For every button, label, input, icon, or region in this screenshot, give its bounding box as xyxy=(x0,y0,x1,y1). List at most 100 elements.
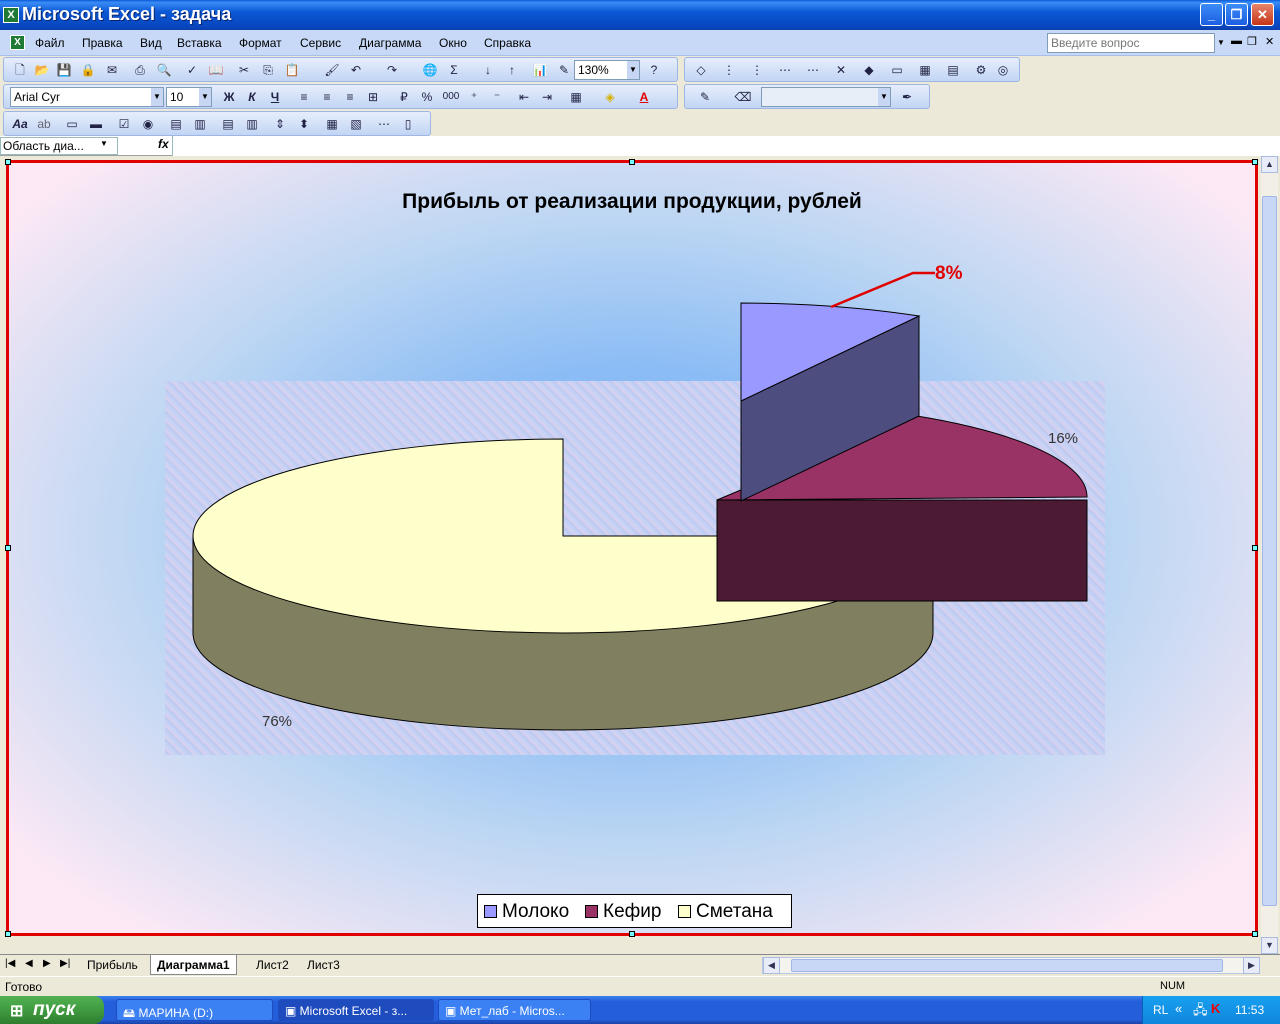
chart-tool-11-icon[interactable]: ⚙ xyxy=(971,60,991,80)
horizontal-scrollbar[interactable]: ◀ ▶ xyxy=(762,957,1260,974)
chevron-down-icon[interactable]: ▼ xyxy=(100,139,108,148)
close-button[interactable]: ✕ xyxy=(1251,3,1274,26)
chart-tool-9-icon[interactable]: ▦ xyxy=(915,60,935,80)
font-color-icon[interactable]: A xyxy=(634,87,654,107)
copy-icon[interactable]: ⎘ xyxy=(258,60,278,80)
underline-button[interactable]: Ч xyxy=(265,87,285,107)
combo-drop-icon[interactable]: ▥ xyxy=(242,114,262,134)
decrease-decimal-icon[interactable]: ⁻ xyxy=(487,87,507,107)
chart-legend[interactable]: Молоко Кефир Сметана xyxy=(477,894,792,928)
print-preview-icon[interactable]: 🔍 xyxy=(154,60,174,80)
chart-wizard-icon[interactable]: 📊 xyxy=(530,60,550,80)
workbook-icon[interactable]: X xyxy=(10,35,25,50)
print-icon[interactable]: ⎙ xyxy=(130,60,150,80)
chevron-down-icon[interactable]: ▼ xyxy=(627,61,639,79)
data-label-smetana[interactable]: 76% xyxy=(262,713,292,730)
doc-restore-button[interactable]: ❐ xyxy=(1247,35,1257,48)
selection-handle[interactable] xyxy=(5,159,11,165)
chart-tool-12-icon[interactable]: ◎ xyxy=(993,60,1013,80)
font-size-select[interactable]: 10 ▼ xyxy=(166,87,212,107)
ask-question-input[interactable]: Введите вопрос xyxy=(1047,33,1215,53)
tab-diagramma1[interactable]: Диаграмма1 xyxy=(150,955,237,975)
increase-decimal-icon[interactable]: ⁺ xyxy=(464,87,484,107)
thousands-button[interactable]: 000 xyxy=(438,87,464,107)
zoom-select[interactable]: 130% ▼ xyxy=(574,60,640,80)
bold-button[interactable]: Ж xyxy=(219,87,239,107)
italic-button[interactable]: К xyxy=(242,87,262,107)
doc-close-button[interactable]: ✕ xyxy=(1265,35,1274,48)
task-excel[interactable]: ▣ Microsoft Excel - з... xyxy=(278,999,434,1021)
task-word[interactable]: ▣ Мет_лаб - Micros... xyxy=(438,999,591,1021)
line-color-icon[interactable]: ✒ xyxy=(897,87,917,107)
menu-help[interactable]: Справка xyxy=(484,36,531,50)
chart-tool-4-icon[interactable]: ⋯ xyxy=(775,60,795,80)
vertical-scroll-thumb[interactable] xyxy=(1262,196,1277,906)
redo-icon[interactable]: ↷ xyxy=(382,60,402,80)
increase-indent-icon[interactable]: ⇥ xyxy=(537,87,557,107)
selection-handle[interactable] xyxy=(5,931,11,937)
selection-handle[interactable] xyxy=(5,545,11,551)
chart-tool-6-icon[interactable]: ✕ xyxy=(831,60,851,80)
permission-icon[interactable]: 🔒 xyxy=(78,60,98,80)
edit-box-icon[interactable]: ab xyxy=(34,114,54,134)
chevron-down-icon[interactable]: ▼ xyxy=(878,88,890,106)
cut-icon[interactable]: ✂ xyxy=(234,60,254,80)
start-button[interactable]: ⊞ пуск xyxy=(0,996,104,1024)
horizontal-scroll-thumb[interactable] xyxy=(791,959,1223,972)
chart-tool-8-icon[interactable]: ▭ xyxy=(887,60,907,80)
menu-tools[interactable]: Сервис xyxy=(300,36,341,50)
chart-tool-2-icon[interactable]: ⋮ xyxy=(719,60,739,80)
font-name-select[interactable]: Arial Cyr ▼ xyxy=(10,87,164,107)
sort-asc-icon[interactable]: ↓ xyxy=(478,60,498,80)
doc-minimize-button[interactable]: ▬ xyxy=(1231,35,1242,47)
fill-color-icon[interactable]: ◈ xyxy=(600,87,620,107)
chevron-down-icon[interactable]: ▼ xyxy=(151,88,163,106)
legend-item-kefir[interactable]: Кефир xyxy=(585,901,661,923)
next-sheet-icon[interactable]: ▶ xyxy=(43,958,51,969)
selection-handle[interactable] xyxy=(1252,159,1258,165)
percent-button[interactable]: % xyxy=(417,87,437,107)
selection-handle[interactable] xyxy=(1252,931,1258,937)
toggle-grid-icon[interactable]: ⋯ xyxy=(374,114,394,134)
scroll-down-icon[interactable]: ▼ xyxy=(1261,937,1278,954)
first-sheet-icon[interactable]: |◀ xyxy=(5,958,15,969)
prev-sheet-icon[interactable]: ◀ xyxy=(25,958,33,969)
run-dialog-icon[interactable]: ▯ xyxy=(398,114,418,134)
merge-center-icon[interactable]: ⊞ xyxy=(363,87,383,107)
scroll-left-icon[interactable]: ◀ xyxy=(763,957,780,974)
spelling-icon[interactable]: ✓ xyxy=(182,60,202,80)
ask-dropdown-icon[interactable]: ▼ xyxy=(1215,33,1227,53)
scroll-right-icon[interactable]: ▶ xyxy=(1243,957,1260,974)
checkbox-icon[interactable]: ☑ xyxy=(114,114,134,134)
menu-window[interactable]: Окно xyxy=(439,36,467,50)
chart-tool-3-icon[interactable]: ⋮ xyxy=(747,60,767,80)
open-icon[interactable]: 📂 xyxy=(32,60,52,80)
tab-pribyl[interactable]: Прибыль xyxy=(87,958,138,972)
eraser-icon[interactable]: ⌫ xyxy=(733,87,753,107)
undo-icon[interactable]: ↶ xyxy=(346,60,366,80)
excel-icon[interactable]: X xyxy=(3,7,19,23)
chart-tool-7-icon[interactable]: ◆ xyxy=(859,60,879,80)
vertical-scrollbar[interactable]: ▲ ▼ xyxy=(1261,156,1278,954)
chart-tool-10-icon[interactable]: ▤ xyxy=(943,60,963,80)
drawing-icon[interactable]: ✎ xyxy=(554,60,574,80)
combo-box-icon[interactable]: ▥ xyxy=(190,114,210,134)
title-bar[interactable]: X Microsoft Excel - задача _ ❐ ✕ xyxy=(0,0,1280,30)
menu-insert[interactable]: Вставка xyxy=(177,36,222,50)
align-center-icon[interactable]: ≡ xyxy=(317,87,337,107)
group-box-icon[interactable]: ▭ xyxy=(62,114,82,134)
label-icon[interactable]: Aa xyxy=(10,114,30,134)
align-right-icon[interactable]: ≡ xyxy=(340,87,360,107)
last-sheet-icon[interactable]: ▶| xyxy=(60,958,70,969)
menu-chart[interactable]: Диаграмма xyxy=(359,36,421,50)
spinner-icon[interactable]: ⬍ xyxy=(294,114,314,134)
sort-desc-icon[interactable]: ↑ xyxy=(502,60,522,80)
new-icon[interactable]: 🗋 xyxy=(10,60,30,80)
chevron-down-icon[interactable]: ▼ xyxy=(199,88,211,106)
network-icon[interactable]: 🖧 xyxy=(1193,1001,1208,1023)
email-icon[interactable]: ✉ xyxy=(102,60,122,80)
task-marina-drive[interactable]: 🖴 МАРИНА (D:) xyxy=(116,999,273,1021)
menu-view[interactable]: Вид xyxy=(140,36,162,50)
chart-tool-5-icon[interactable]: ⋯ xyxy=(803,60,823,80)
pen-icon[interactable]: ✎ xyxy=(695,87,715,107)
